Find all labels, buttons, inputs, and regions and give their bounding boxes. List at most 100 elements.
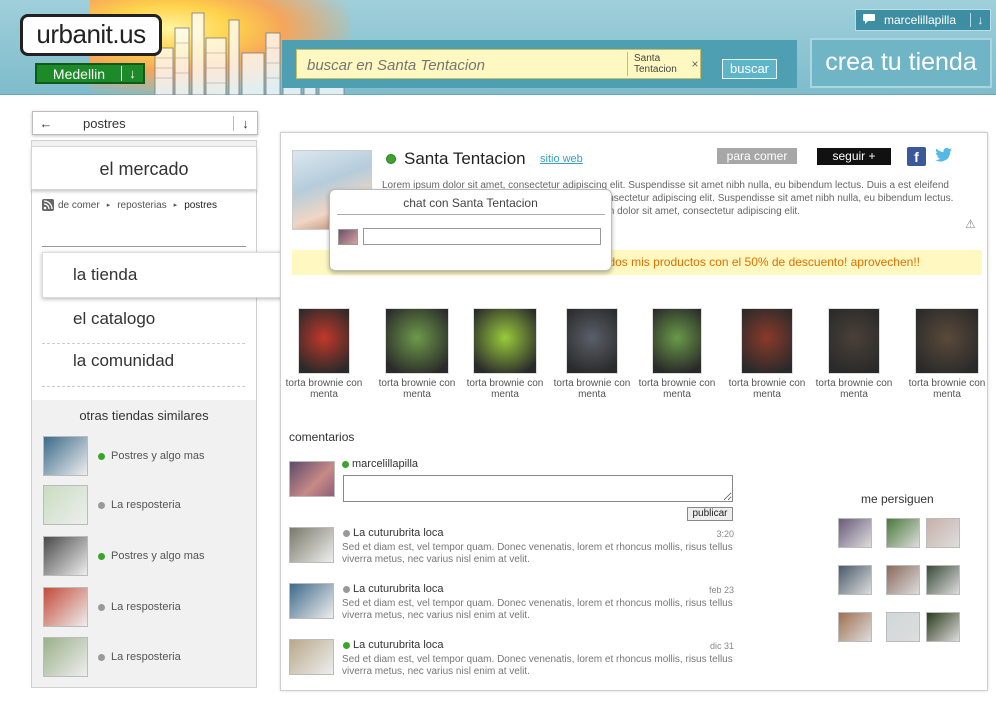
product-label[interactable]: torta brownie con menta — [908, 378, 986, 400]
publish-button[interactable]: publicar — [687, 507, 733, 521]
nav-item-la-comunidad[interactable]: la comunidad — [73, 351, 174, 371]
follower-avatar[interactable] — [926, 612, 960, 642]
product-label[interactable]: torta brownie con menta — [553, 378, 631, 400]
follower-avatar[interactable] — [886, 518, 920, 548]
nav-item-el-catalogo[interactable]: el catalogo — [73, 309, 155, 329]
chat-message-input[interactable] — [363, 228, 601, 245]
follow-button[interactable]: seguir + — [817, 148, 891, 165]
product-image[interactable] — [385, 308, 449, 374]
similar-store-label[interactable]: Postres y algo mas — [111, 550, 205, 562]
similar-store-label[interactable]: La resposteria — [111, 499, 181, 511]
product-card[interactable]: torta brownie con menta — [638, 308, 716, 400]
back-arrow-icon[interactable]: ← — [33, 116, 59, 131]
similar-store-item[interactable]: Postres y algo mas — [43, 536, 248, 576]
follower-avatar[interactable] — [926, 518, 960, 548]
similar-store-label[interactable]: La resposteria — [111, 651, 181, 663]
category-dropdown[interactable]: ← postres ↓ — [32, 111, 258, 135]
comment-input[interactable] — [343, 475, 733, 502]
website-link[interactable]: sitio web — [540, 153, 583, 165]
divider — [42, 246, 246, 247]
product-card[interactable]: torta brownie con menta — [466, 308, 544, 400]
product-card[interactable]: torta brownie con menta — [728, 308, 806, 400]
comment-author[interactable]: La cuturubrita loca — [353, 639, 444, 651]
breadcrumb-separator-icon: ▸ — [173, 202, 178, 209]
search-box: Santa Tentacion × — [296, 49, 701, 79]
store-thumbnail[interactable] — [43, 536, 88, 576]
warning-icon[interactable]: ⚠ — [965, 217, 976, 231]
avatar[interactable] — [289, 527, 334, 563]
comments-title: comentarios — [289, 430, 355, 444]
comment-author[interactable]: La cuturubrita loca — [353, 527, 444, 539]
similar-store-item[interactable]: La resposteria — [43, 637, 248, 677]
similar-store-label[interactable]: La resposteria — [111, 601, 181, 613]
market-button[interactable]: el mercado — [31, 146, 257, 190]
product-label[interactable]: torta brownie con menta — [638, 378, 716, 400]
search-bar: Santa Tentacion × buscar — [282, 40, 797, 88]
avatar — [338, 229, 358, 245]
rss-icon[interactable] — [42, 199, 54, 211]
product-label[interactable]: torta brownie con menta — [728, 378, 806, 400]
followers-title: me persiguen — [861, 492, 934, 506]
similar-store-label[interactable]: Postres y algo mas — [111, 450, 205, 462]
comment-author[interactable]: La cuturubrita loca — [353, 583, 444, 595]
chat-title: chat con Santa Tentacion — [403, 196, 538, 210]
follower-avatar[interactable] — [838, 612, 872, 642]
store-thumbnail[interactable] — [43, 436, 88, 476]
search-input[interactable] — [307, 56, 622, 74]
follower-avatar[interactable] — [886, 612, 920, 642]
follower-avatar[interactable] — [886, 565, 920, 595]
close-icon[interactable]: × — [688, 57, 702, 71]
city-dropdown[interactable]: Medellin ↓ — [35, 63, 145, 84]
follower-avatar[interactable] — [926, 565, 960, 595]
chevron-down-icon[interactable]: ↓ — [970, 13, 990, 27]
breadcrumb-item[interactable]: de comer — [58, 200, 100, 211]
product-label[interactable]: torta brownie con menta — [815, 378, 893, 400]
online-status-icon — [343, 530, 350, 537]
avatar[interactable] — [289, 639, 334, 675]
user-menu[interactable]: marcelillapilla ↓ — [855, 9, 991, 31]
similar-store-item[interactable]: La resposteria — [43, 485, 248, 525]
twitter-icon[interactable] — [934, 147, 954, 167]
store-thumbnail[interactable] — [43, 637, 88, 677]
breadcrumb-item[interactable]: postres — [184, 200, 217, 211]
similar-stores-title: otras tiendas similares — [79, 408, 209, 423]
comment-item: La cuturubrita loca feb 23 Sed et diam est… — [289, 583, 734, 623]
store-thumbnail[interactable] — [43, 485, 88, 525]
chevron-down-icon: ↓ — [121, 66, 143, 81]
follower-avatar[interactable] — [838, 565, 872, 595]
product-card[interactable]: torta brownie con menta — [285, 308, 363, 400]
avatar[interactable] — [289, 583, 334, 619]
product-image[interactable] — [828, 308, 880, 374]
product-label[interactable]: torta brownie con menta — [285, 378, 363, 400]
comment-time: 3:20 — [716, 529, 734, 539]
product-image[interactable] — [566, 308, 618, 374]
create-store-button[interactable]: crea tu tienda — [810, 38, 992, 88]
product-card[interactable]: torta brownie con menta — [815, 308, 893, 400]
product-image[interactable] — [741, 308, 793, 374]
product-label[interactable]: torta brownie con menta — [378, 378, 456, 400]
similar-store-item[interactable]: La resposteria — [43, 587, 248, 627]
chevron-down-icon[interactable]: ↓ — [233, 115, 257, 131]
product-label[interactable]: torta brownie con menta — [466, 378, 544, 400]
nav-item-la-tienda[interactable]: la tienda — [42, 252, 282, 298]
online-status-icon — [98, 552, 105, 560]
product-card[interactable]: torta brownie con menta — [908, 308, 986, 400]
follower-avatar[interactable] — [838, 518, 872, 548]
divider — [42, 386, 246, 387]
product-image[interactable] — [652, 308, 702, 374]
speech-bubble-icon[interactable] — [856, 13, 882, 28]
similar-store-item[interactable]: Postres y algo mas — [43, 436, 248, 476]
product-image[interactable] — [298, 308, 350, 374]
site-logo[interactable]: urbanit.us — [20, 14, 162, 56]
facebook-icon[interactable]: f — [907, 147, 926, 166]
product-card[interactable]: torta brownie con menta — [378, 308, 456, 400]
online-status-icon — [98, 603, 105, 611]
breadcrumb-item[interactable]: reposterias — [117, 200, 166, 211]
store-thumbnail[interactable] — [43, 587, 88, 627]
comment-time: dic 31 — [709, 641, 734, 651]
product-card[interactable]: torta brownie con menta — [553, 308, 631, 400]
product-image[interactable] — [915, 308, 979, 374]
category-badge[interactable]: para comer — [717, 148, 797, 164]
search-button[interactable]: buscar — [722, 59, 777, 79]
product-image[interactable] — [473, 308, 537, 374]
